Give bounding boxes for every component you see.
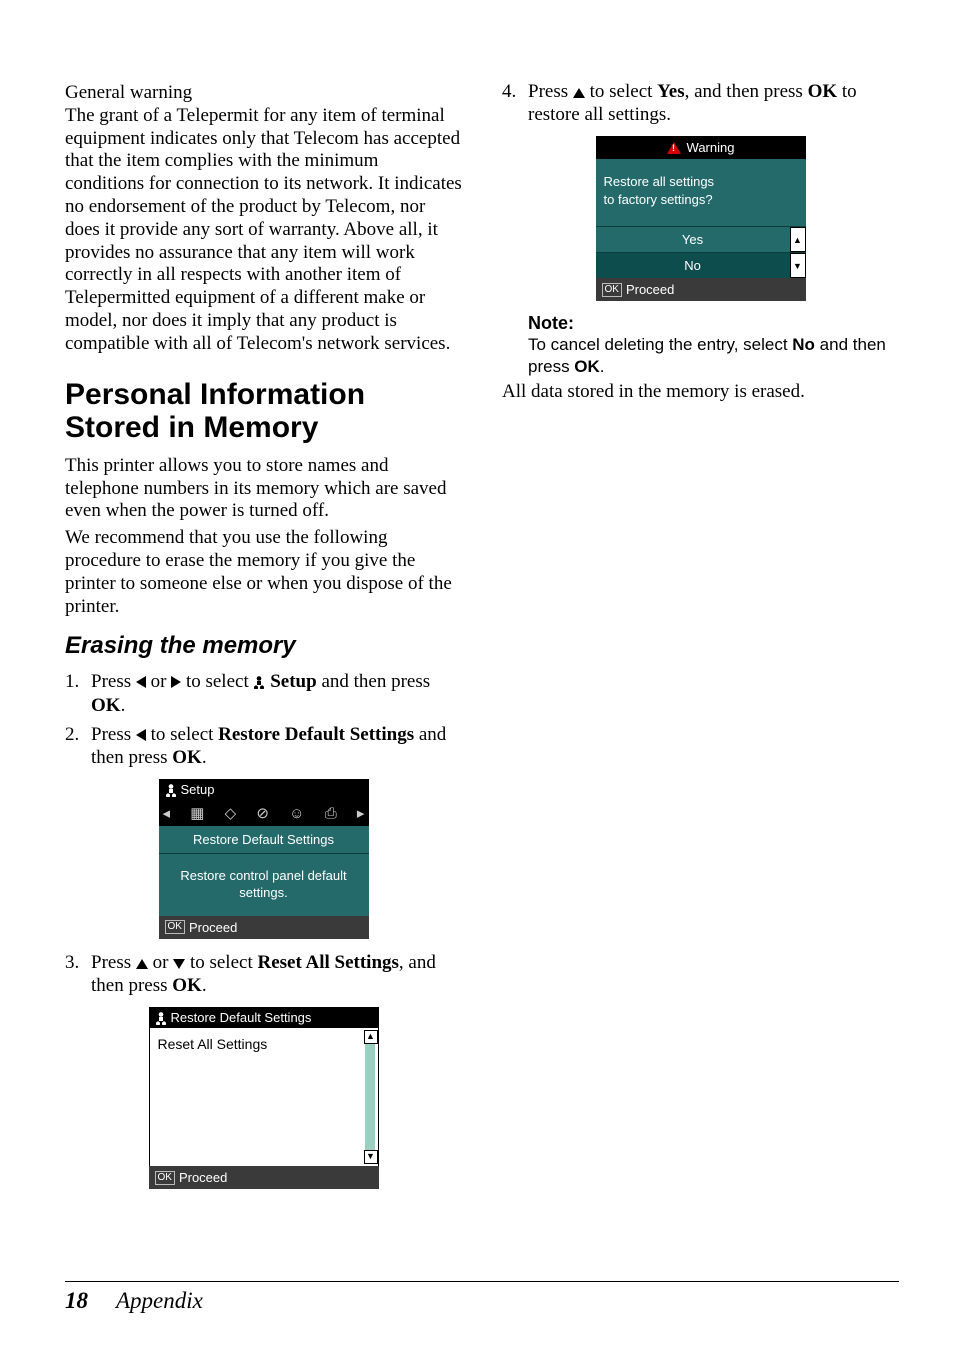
mode-icon: ◇ xyxy=(225,804,237,822)
note-title: Note: xyxy=(528,313,899,334)
lcd2-item: Reset All Settings xyxy=(158,1036,268,1052)
note-no: No xyxy=(792,335,815,354)
step-1-text-e: and then press xyxy=(317,671,430,692)
setup-icon xyxy=(253,675,265,689)
step-3-text-c: to select xyxy=(185,952,257,973)
nav-left-icon: ◂ xyxy=(163,804,171,822)
lcd2-proceed: Proceed xyxy=(179,1170,227,1185)
intro-para-2: We recommend that you use the following … xyxy=(65,527,462,618)
step-4-text-a: Press xyxy=(528,81,573,102)
step-3-text-g: . xyxy=(202,975,207,996)
lcd-screenshot-restore: Restore Default Settings Reset All Setti… xyxy=(149,1007,379,1189)
down-arrow-icon xyxy=(173,959,185,969)
step-1: Press or to select Setup and then press … xyxy=(65,670,462,716)
lcd3-msg1: Restore all settings xyxy=(604,173,798,191)
step-2: Press to select Restore Default Settings… xyxy=(65,723,462,769)
section-heading: Personal Information Stored in Memory xyxy=(65,378,462,445)
general-warning-title: General warning xyxy=(65,82,462,105)
lcd1-title: Setup xyxy=(181,782,215,797)
step-1-text-c: to select xyxy=(181,671,253,692)
nav-right-icon: ▸ xyxy=(357,804,365,822)
lcd2-scrollbar: ▲ ▼ xyxy=(364,1030,376,1164)
step-1-setup: Setup xyxy=(265,671,316,692)
right-arrow-icon xyxy=(171,676,181,688)
setup-icon xyxy=(155,1011,167,1025)
up-arrow-icon xyxy=(573,88,585,98)
lcd-screenshot-setup: Setup ◂ ▦ ◇ ⊘ ☺ ⎙ ▸ Restore Default Sett… xyxy=(159,779,369,939)
lcd3-msg2: to factory settings? xyxy=(604,191,798,209)
lcd1-row1: Restore Default Settings xyxy=(159,826,369,853)
step-1-text-a: Press xyxy=(91,671,136,692)
step-4-text-b: to select xyxy=(585,81,657,102)
step-1-text-b: or xyxy=(146,671,171,692)
lcd3-proceed: Proceed xyxy=(626,282,674,297)
step-3-text-a: Press xyxy=(91,952,136,973)
ok-badge: OK xyxy=(602,283,622,297)
note-text-e: . xyxy=(600,357,605,376)
lcd3-yes: Yes xyxy=(596,227,790,252)
scroll-down-icon: ▼ xyxy=(790,253,806,278)
step-1-text-g: . xyxy=(121,695,126,716)
note-block: Note: To cancel deleting the entry, sele… xyxy=(528,313,899,377)
lcd3-no: No xyxy=(596,253,790,278)
left-arrow-icon xyxy=(136,676,146,688)
step-2-text-a: Press xyxy=(91,724,136,745)
lcd2-title: Restore Default Settings xyxy=(171,1010,312,1025)
intro-para-1: This printer allows you to store names a… xyxy=(65,455,462,523)
scroll-up-icon: ▲ xyxy=(790,227,806,252)
mode-icon: ⊘ xyxy=(256,804,269,822)
subsection-heading: Erasing the memory xyxy=(65,632,462,660)
step-3-reset: Reset All Settings xyxy=(257,952,398,973)
step-3: Press or to select Reset All Settings, a… xyxy=(65,951,462,997)
step-2-ok: OK xyxy=(172,747,202,768)
step-1-ok: OK xyxy=(91,695,121,716)
step-4: Press to select Yes, and then press OK t… xyxy=(502,80,899,126)
note-text-a: To cancel deleting the entry, select xyxy=(528,335,792,354)
footer-title: Appendix xyxy=(116,1288,203,1314)
page-number: 18 xyxy=(65,1288,88,1314)
step-3-text-b: or xyxy=(148,952,173,973)
mode-icon: ⎙ xyxy=(325,805,337,822)
step-2-text-b: to select xyxy=(146,724,218,745)
mode-icon: ▦ xyxy=(190,804,204,822)
setup-icon xyxy=(165,783,177,797)
ok-badge: OK xyxy=(155,1171,175,1185)
step-3-ok: OK xyxy=(172,975,202,996)
after-note: All data stored in the memory is erased. xyxy=(502,381,899,404)
lcd-screenshot-warning: Warning Restore all settings to factory … xyxy=(596,136,806,301)
general-warning-body: The grant of a Telepermit for any item o… xyxy=(65,105,462,356)
lcd1-proceed: Proceed xyxy=(189,920,237,935)
step-2-restore: Restore Default Settings xyxy=(218,724,414,745)
lcd1-row2: Restore control panel default settings. xyxy=(159,853,369,916)
step-4-yes: Yes xyxy=(657,81,684,102)
up-arrow-icon xyxy=(136,959,148,969)
step-2-text-f: . xyxy=(202,747,207,768)
page-footer: 18 Appendix xyxy=(65,1281,899,1314)
step-4-text-d: , and then press xyxy=(685,81,808,102)
step-4-ok: OK xyxy=(808,81,838,102)
left-arrow-icon xyxy=(136,729,146,741)
mode-icon: ☺ xyxy=(289,805,304,822)
note-ok: OK xyxy=(574,357,600,376)
scroll-down-icon: ▼ xyxy=(364,1150,378,1164)
lcd1-icon-strip: ◂ ▦ ◇ ⊘ ☺ ⎙ ▸ xyxy=(159,800,369,826)
ok-badge: OK xyxy=(165,920,185,934)
lcd3-title: Warning xyxy=(687,140,735,155)
warning-icon xyxy=(667,142,681,154)
scroll-up-icon: ▲ xyxy=(364,1030,378,1044)
